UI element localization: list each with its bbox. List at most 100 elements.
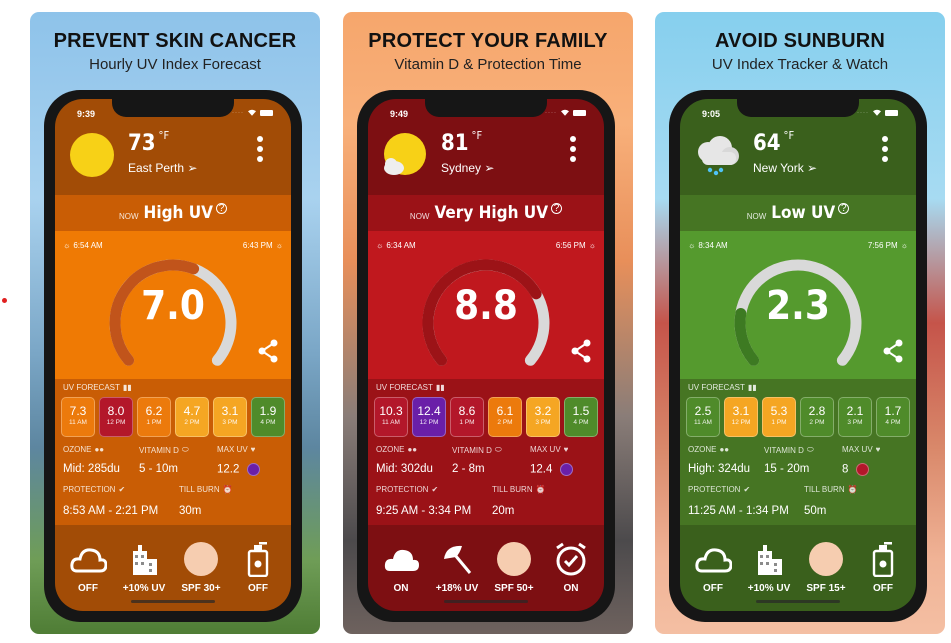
uv-level-label: High UV: [143, 203, 213, 223]
forecast-hour[interactable]: 4.7 2 PM: [175, 397, 209, 437]
forecast-hour[interactable]: 2.1 3 PM: [838, 397, 872, 437]
sun-cloud-icon: [384, 133, 426, 175]
home-indicator: [131, 600, 215, 603]
settings-bar: OFF +10% UV SPF 30+ OFF: [55, 525, 291, 611]
setting-toggle[interactable]: +10% UV: [119, 541, 169, 594]
forecast-time: 3 PM: [222, 419, 238, 426]
setting-toggle[interactable]: OFF: [63, 541, 113, 594]
location-name: New York: [753, 161, 804, 175]
vitamin-d-value: 15 - 20m: [764, 463, 810, 475]
forecast-hour[interactable]: 1.9 4 PM: [251, 397, 285, 437]
protection-label: PROTECTION ✔: [688, 485, 750, 494]
setting-toggle[interactable]: SPF 15+: [801, 541, 851, 594]
skin-tone-icon: [809, 542, 843, 576]
share-icon[interactable]: [257, 339, 279, 363]
forecast-uv-value: 3.1: [221, 404, 239, 418]
forecast-time: 1 PM: [459, 419, 475, 426]
forecast-hour[interactable]: 7.3 11 AM: [61, 397, 95, 437]
shield-check-icon: ✔: [743, 485, 751, 494]
setting-toggle[interactable]: ON: [376, 541, 426, 594]
setting-toggle[interactable]: OFF: [233, 541, 283, 594]
location-name: East Perth: [128, 161, 185, 175]
max-uv-value: 12.2: [217, 463, 261, 476]
shield-check-icon: ✔: [118, 485, 126, 494]
setting-label: OFF: [873, 583, 893, 594]
forecast-uv-value: 1.9: [259, 404, 277, 418]
uv-level-bar: NOW Very High UV ?: [368, 195, 604, 231]
uv-level-label: Very High UV: [434, 203, 549, 223]
forecast-hour[interactable]: 5.3 1 PM: [762, 397, 796, 437]
forecast-hour[interactable]: 1.7 4 PM: [876, 397, 910, 437]
forecast-uv-value: 1.5: [572, 404, 590, 418]
forecast-title[interactable]: UV FORECAST ▮▮: [63, 383, 132, 392]
setting-label: +10% UV: [122, 583, 166, 594]
share-icon[interactable]: [882, 339, 904, 363]
forecast-hour[interactable]: 8.0 12 PM: [99, 397, 133, 437]
max-uv-color-dot: [247, 463, 261, 476]
vitamin-d-value: 2 - 8m: [452, 463, 485, 475]
location[interactable]: East Perth ➢: [128, 161, 197, 175]
alarm-icon: ⏰: [535, 485, 546, 494]
setting-label: SPF 15+: [806, 583, 846, 594]
setting-toggle[interactable]: SPF 30+: [176, 541, 226, 594]
temperature-unit: °F: [783, 129, 795, 142]
forecast-hour[interactable]: 8.6 1 PM: [450, 397, 484, 437]
forecast-hour[interactable]: 10.3 11 AM: [374, 397, 408, 437]
setting-toggle[interactable]: SPF 50+: [489, 541, 539, 594]
forecast-title-text: UV FORECAST: [63, 383, 120, 392]
wifi-icon: [873, 109, 881, 116]
forecast-uv-value: 3.1: [732, 404, 750, 418]
max-uv-label-text: MAX UV: [530, 445, 561, 454]
location[interactable]: New York ➢: [753, 161, 817, 175]
location[interactable]: Sydney ➢: [441, 161, 494, 175]
vitamin-d-label-text: VITAMIN D: [452, 445, 492, 455]
max-uv-number: 12.4: [530, 463, 553, 476]
forecast-hour[interactable]: 3.1 12 PM: [724, 397, 758, 437]
setting-toggle[interactable]: OFF: [688, 541, 738, 594]
forecast-hour[interactable]: 3.1 3 PM: [213, 397, 247, 437]
help-icon[interactable]: ?: [838, 202, 850, 214]
app-screen: 9:39 ···· 73 °F East Perth ➢ NOW High UV …: [55, 99, 291, 611]
ozone-label-text: OZONE: [376, 445, 405, 454]
forecast-hour[interactable]: 2.8 2 PM: [800, 397, 834, 437]
ozone-icon: ●●: [719, 445, 730, 454]
forecast-title[interactable]: UV FORECAST ▮▮: [688, 383, 757, 392]
forecast-time: 1 PM: [771, 419, 787, 426]
status-time: 9:05: [702, 109, 721, 119]
forecast-hour[interactable]: 12.4 12 PM: [412, 397, 446, 437]
forecast-time: 11 AM: [69, 419, 87, 426]
setting-toggle[interactable]: OFF: [858, 541, 908, 594]
setting-toggle[interactable]: +18% UV: [432, 541, 482, 594]
help-icon[interactable]: ?: [551, 202, 563, 214]
more-menu-button[interactable]: [570, 136, 576, 162]
setting-toggle[interactable]: ON: [546, 541, 596, 594]
setting-label: ON: [393, 583, 409, 594]
forecast-time: 3 PM: [535, 419, 551, 426]
share-icon[interactable]: [570, 339, 592, 363]
forecast-hour[interactable]: 1.5 4 PM: [564, 397, 598, 437]
app-screen: 9:05 ···· 64°F New York ➢ NOW Low UV ?: [680, 99, 916, 611]
settings-bar: ON +18% UV SPF 50+ ON: [368, 525, 604, 611]
heart-icon: ♥: [875, 445, 881, 454]
forecast-title[interactable]: UV FORECAST ▮▮: [376, 383, 445, 392]
setting-toggle[interactable]: +10% UV: [744, 541, 794, 594]
till-burn-label-text: TILL BURN: [179, 485, 220, 494]
forecast-hour[interactable]: 2.5 11 AM: [686, 397, 720, 437]
battery-icon: [885, 109, 898, 116]
forecast-hour[interactable]: 6.2 1 PM: [137, 397, 171, 437]
location-name: Sydney: [441, 161, 482, 175]
phone-notch: [112, 99, 234, 117]
more-menu-button[interactable]: [257, 136, 263, 162]
sunset-icon: ☼: [900, 241, 908, 250]
setting-label: OFF: [703, 583, 723, 594]
help-icon[interactable]: ?: [216, 202, 227, 214]
forecast-time: 2 PM: [497, 419, 513, 426]
forecast-hour[interactable]: 3.2 3 PM: [526, 397, 560, 437]
bar-chart-icon: ▮▮: [747, 383, 757, 392]
forecast-hour[interactable]: 6.1 2 PM: [488, 397, 522, 437]
status-time: 9:39: [77, 109, 96, 119]
temperature-value: 64: [753, 131, 781, 156]
more-menu-button[interactable]: [882, 136, 888, 162]
wifi-icon: [561, 109, 569, 116]
temperature: 73 °F: [128, 129, 169, 156]
